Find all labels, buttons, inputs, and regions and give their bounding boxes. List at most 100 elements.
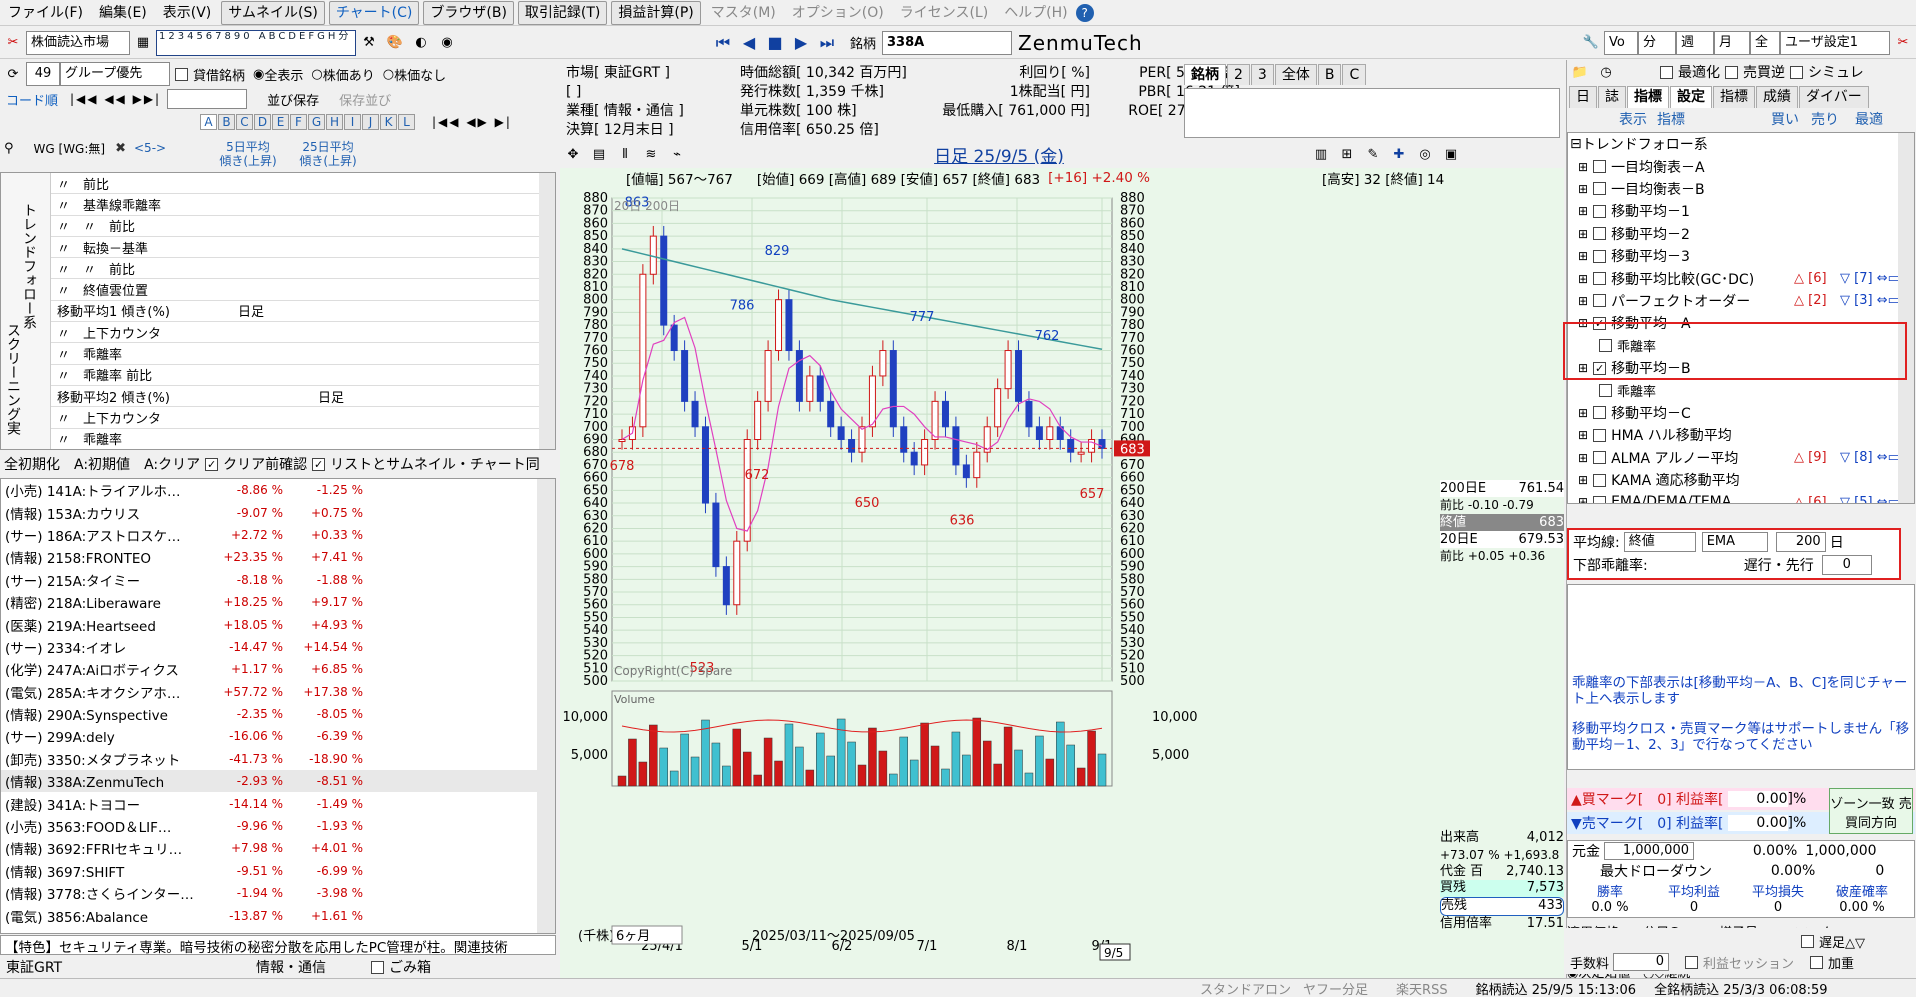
tree-item[interactable]: ⊞ EMA/DEMA/TEMA △ [6] ▽ [5] ⇔▭ xyxy=(1568,491,1914,503)
info-tab[interactable]: 銘柄 xyxy=(1184,64,1226,85)
tree-check[interactable] xyxy=(1593,272,1607,286)
grid-row[interactable]: 移動平均1 傾き(%) 日足 xyxy=(51,301,541,323)
letter-tab[interactable]: K xyxy=(380,114,397,130)
tools-icon[interactable]: ⚒ xyxy=(358,31,380,55)
close-icon[interactable]: ✂ xyxy=(1892,31,1914,55)
minute-button[interactable]: 分 xyxy=(1638,30,1676,55)
opt-check[interactable] xyxy=(1660,65,1673,79)
list-item[interactable]: (医薬) 219A:Heartseed +18.05 % +4.93 % xyxy=(1,613,555,635)
list-item[interactable]: (情報) 290A:Synspective -2.35 % -8.05 % xyxy=(1,703,555,725)
col-buy[interactable]: 買い xyxy=(1771,109,1799,129)
chart-tool-icon6[interactable]: ▥ xyxy=(1310,142,1332,166)
save-order[interactable]: 並び保存 xyxy=(267,90,319,109)
last-icon[interactable]: ⏭ xyxy=(816,31,838,55)
list-item[interactable]: (サー) 2334:イオレ -14.47 % +14.54 % xyxy=(1,636,555,658)
chart-tool-icon3[interactable]: ⫴ xyxy=(614,142,636,166)
fee-input[interactable]: 0 xyxy=(1613,953,1670,971)
tree-item[interactable]: ⊞ 一目均衡表－B xyxy=(1568,178,1914,200)
list-item[interactable]: (電気) 3856:Abalance -13.87 % +1.61 % xyxy=(1,904,555,926)
ma-type-select[interactable]: EMA xyxy=(1701,532,1768,552)
ma-src-select[interactable]: 終値 xyxy=(1623,532,1696,552)
reverse-check[interactable] xyxy=(1725,65,1738,79)
info-tab[interactable]: 全体 xyxy=(1274,64,1317,85)
list-item[interactable]: (情報) 3778:さくらインター… -1.94 % -3.98 % xyxy=(1,882,555,904)
menu-chart[interactable]: チャート(C) xyxy=(328,0,420,25)
menu-license[interactable]: ライセンス(L) xyxy=(892,0,996,25)
menu-file[interactable]: ファイル(F) xyxy=(0,0,91,25)
filter-icon[interactable]: ⚲ xyxy=(0,141,14,156)
chart-tool-icon8[interactable]: ▣ xyxy=(1440,142,1462,166)
radio-hold[interactable]: ○ xyxy=(311,67,322,82)
menu-view[interactable]: 表示(V) xyxy=(155,0,220,25)
list-item[interactable]: (情報) 2158:FRONTEO +23.35 % +7.41 % xyxy=(1,546,555,568)
grid-icon[interactable]: ▦ xyxy=(132,31,154,55)
col-5d-header[interactable]: 5日平均 傾き(上昇) xyxy=(208,140,288,168)
tree-check[interactable] xyxy=(1593,227,1607,241)
pen-icon[interactable]: ✎ xyxy=(1362,142,1384,166)
letter-tab[interactable]: D xyxy=(254,114,271,130)
market-select[interactable]: 株価読込市場 xyxy=(26,30,130,55)
grid-row[interactable]: 〃 上下カウンタ xyxy=(51,407,541,429)
tab-setting[interactable]: 設定 xyxy=(1670,86,1712,108)
symbol-code-input[interactable]: 338A xyxy=(882,30,1013,55)
tree-item[interactable]: ⊞ 移動平均－2 xyxy=(1568,223,1914,245)
order-nav-icons[interactable]: |◀◀ ◀◀ ▶▶| xyxy=(70,92,161,106)
list-item[interactable]: (情報) 3692:FFRIセキュリ… +7.98 % +4.01 % xyxy=(1,837,555,859)
menu-edit[interactable]: 編集(E) xyxy=(91,0,155,25)
paint-icon[interactable]: 🎨 xyxy=(384,31,406,55)
grid-row[interactable]: 〃 〃 前比 xyxy=(51,216,541,237)
menu-master[interactable]: マスタ(M) xyxy=(703,0,784,25)
info-tabs[interactable]: 銘柄 2 3 全体 B C xyxy=(1184,64,1367,85)
letter-tab[interactable]: I xyxy=(344,114,361,130)
grid-row[interactable]: 〃 乖離率 前比 xyxy=(51,365,541,386)
week-button[interactable]: 週 xyxy=(1676,30,1714,55)
cross-icon[interactable]: ✚ xyxy=(1388,142,1410,166)
tree-check[interactable] xyxy=(1593,204,1607,218)
tree-root[interactable]: ⊟ トレンドフォロー系 xyxy=(1568,133,1914,155)
chk-hold[interactable] xyxy=(175,67,188,81)
letter-nav-icons[interactable]: |◀◀ ◀▶ ▶| xyxy=(432,115,512,129)
menu-option[interactable]: オプション(O) xyxy=(784,0,892,25)
list-item[interactable]: (電気) 285A:キオクシアホ… +57.72 % +17.38 % xyxy=(1,681,555,703)
info-tab[interactable]: B xyxy=(1317,64,1342,85)
prev-icon[interactable]: ◀ xyxy=(738,31,760,55)
folder-icon[interactable]: 📁 xyxy=(1569,60,1591,84)
help-icon[interactable]: ? xyxy=(1075,3,1094,22)
tree-item[interactable]: 乖離率 xyxy=(1568,379,1914,401)
first-icon[interactable]: ⏮ xyxy=(712,31,734,55)
list-item[interactable]: (小売) 3563:FOOD＆LIF… -9.96 % -1.93 % xyxy=(1,815,555,837)
list-item[interactable]: (情報) 3697:SHIFT -9.51 % -6.99 % xyxy=(1,860,555,882)
vo-button[interactable]: Vo xyxy=(1604,30,1638,55)
letter-tab[interactable]: H xyxy=(326,114,343,130)
tree-check[interactable] xyxy=(1593,495,1607,503)
grid-row[interactable]: 〃 乖離率 xyxy=(51,343,541,365)
menu-pnl[interactable]: 損益計算(P) xyxy=(611,0,701,25)
fee-session-check[interactable] xyxy=(1685,955,1699,969)
tree-check[interactable] xyxy=(1593,294,1607,308)
refresh-icon[interactable]: ⟳ xyxy=(2,62,24,86)
letter-tab[interactable]: C xyxy=(236,114,253,130)
trash-check[interactable] xyxy=(371,960,384,974)
letter-tab[interactable]: G xyxy=(308,114,325,130)
tree-item[interactable]: ⊞ 一目均衡表－A xyxy=(1568,155,1914,177)
menu-thumbnail[interactable]: サムネイル(S) xyxy=(221,0,325,25)
list-item[interactable]: (情報) 153A:カウリス -9.07 % +0.75 % xyxy=(1,501,555,523)
list-item[interactable]: (サー) 186A:アストロスケ… +2.72 % +0.33 % xyxy=(1,524,555,546)
radio-none[interactable]: ○ xyxy=(383,67,394,82)
sim-check[interactable] xyxy=(1790,65,1803,79)
zone-button[interactable]: ゾーン一致 売買同方向 xyxy=(1829,788,1913,834)
tab-journal[interactable]: 誌 xyxy=(1598,86,1626,108)
menu-trade-record[interactable]: 取引記録(T) xyxy=(517,0,608,25)
delay-check[interactable] xyxy=(1801,934,1814,948)
grid-row[interactable]: 〃 基準線乖離率 xyxy=(51,194,541,216)
user-setting-select[interactable]: ユーザ設定1 xyxy=(1780,30,1890,55)
tab-day[interactable]: 日 xyxy=(1569,86,1597,108)
cut-icon[interactable]: ✂ xyxy=(2,31,24,55)
list-item[interactable]: (精密) 218A:Liberaware +18.25 % +9.17 % xyxy=(1,591,555,613)
letter-tab[interactable]: B xyxy=(218,114,235,130)
chart-tool-icon1[interactable]: ✥ xyxy=(562,142,584,166)
letter-tabs[interactable]: ABCDEFGHIJKL xyxy=(200,114,416,130)
tree-check[interactable] xyxy=(1599,383,1612,397)
list-item[interactable]: (サー) 215A:タイミー -8.18 % -1.88 % xyxy=(1,569,555,591)
letter-tab[interactable]: L xyxy=(398,114,415,130)
